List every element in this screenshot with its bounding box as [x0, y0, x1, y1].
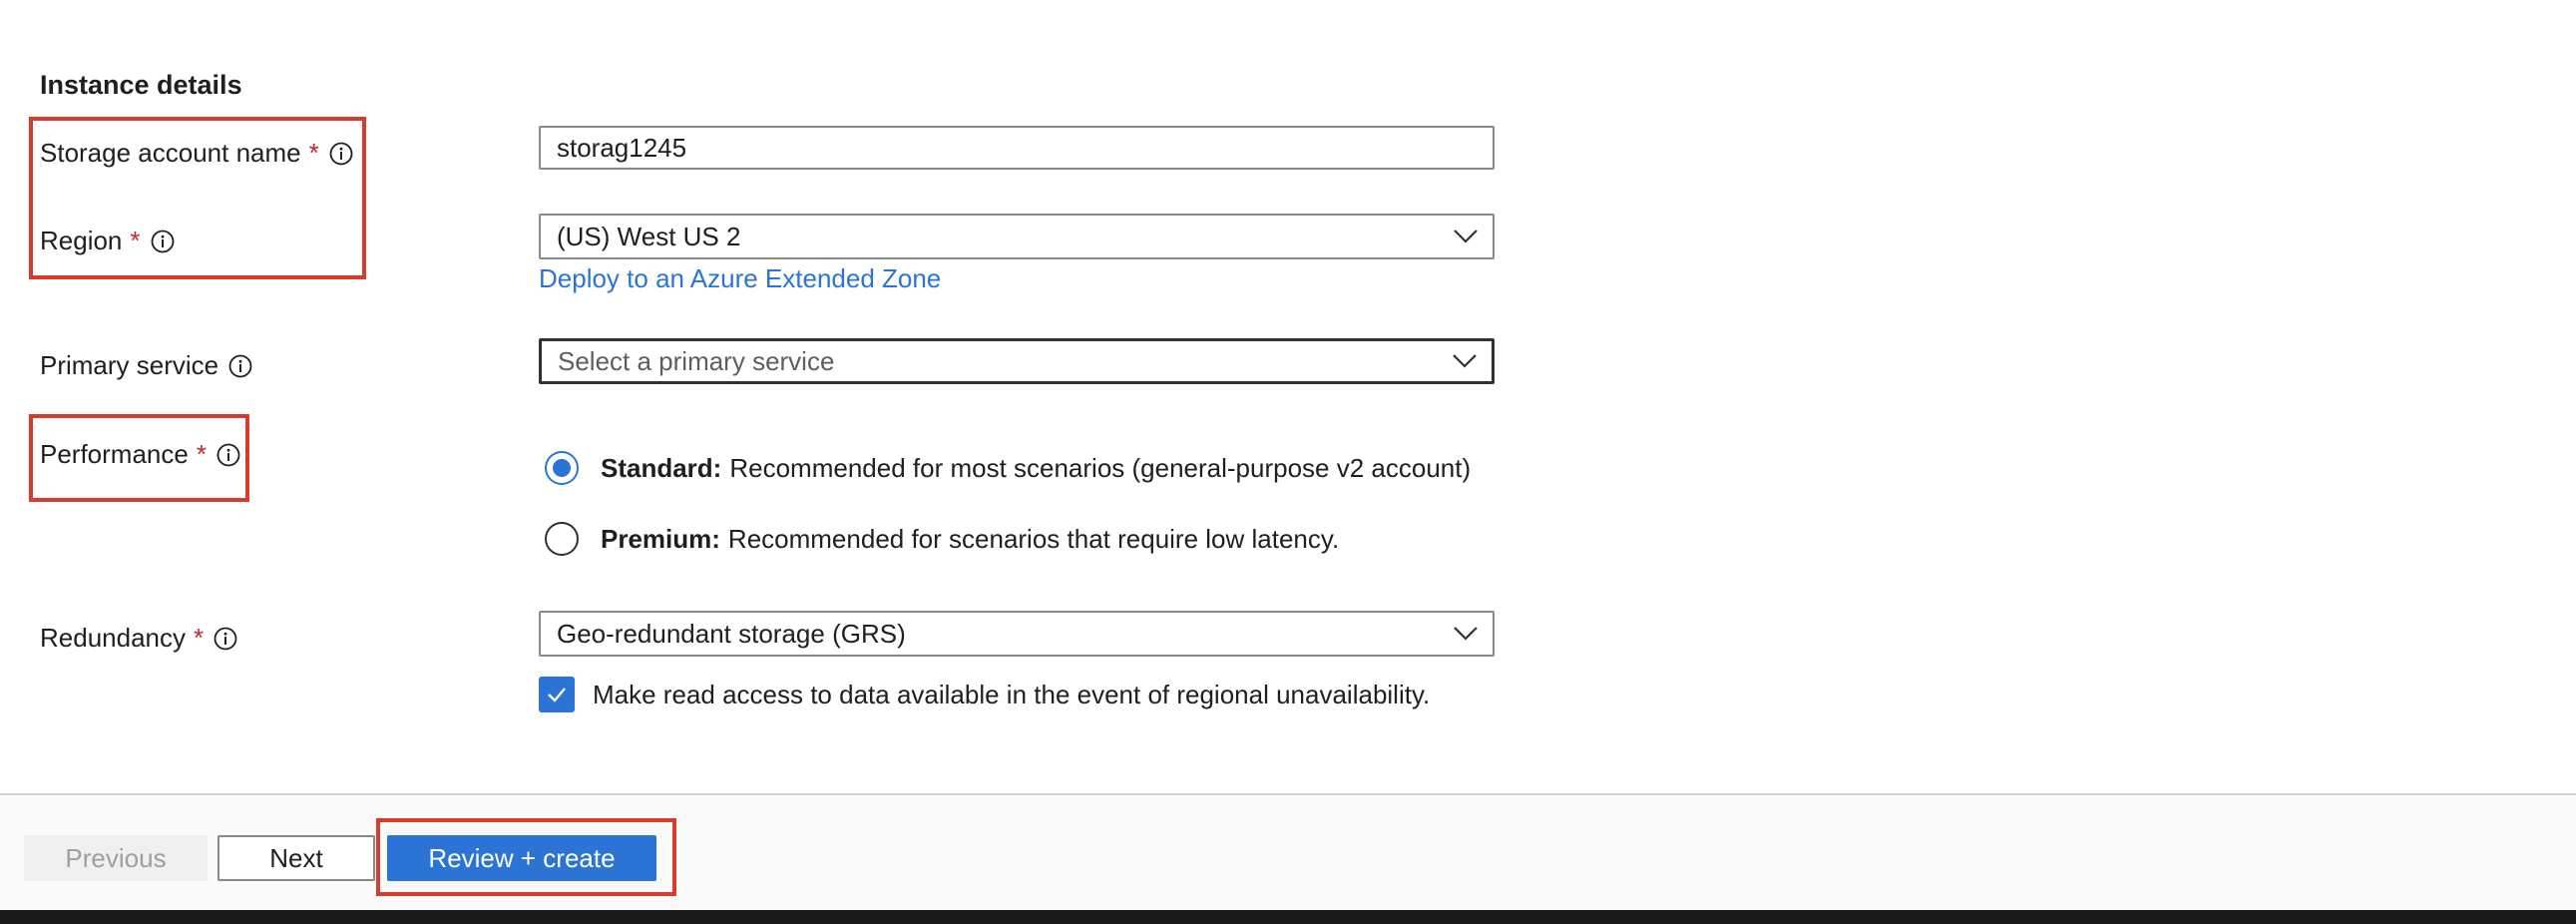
storage-account-name-input[interactable]: storag1245 [539, 126, 1495, 170]
redundancy-label: Redundancy * [40, 623, 237, 654]
performance-premium-option[interactable]: Premium: Recommended for scenarios that … [545, 522, 1339, 556]
required-marker: * [130, 226, 141, 255]
info-icon[interactable] [216, 443, 240, 467]
region-dropdown[interactable]: (US) West US 2 [539, 214, 1495, 259]
region-label-text: Region [40, 226, 123, 255]
storage-account-form: Instance details Storage account name * … [0, 0, 2576, 924]
info-icon[interactable] [228, 354, 252, 378]
primary-service-label: Primary service [40, 350, 252, 381]
primary-service-dropdown[interactable]: Select a primary service [539, 338, 1495, 384]
info-icon[interactable] [214, 627, 237, 651]
required-marker: * [196, 439, 207, 469]
read-access-checkbox-label: Make read access to data available in th… [593, 679, 1431, 709]
premium-option-title: Premium: [601, 523, 720, 554]
performance-standard-option[interactable]: Standard: Recommended for most scenarios… [545, 451, 1471, 485]
premium-option-description: Recommended for scenarios that require l… [727, 523, 1340, 554]
chevron-down-icon [1454, 230, 1478, 243]
primary-service-placeholder: Select a primary service [558, 345, 835, 376]
read-access-checkbox-row[interactable]: Make read access to data available in th… [539, 677, 1430, 712]
chevron-down-icon [1453, 354, 1477, 368]
info-icon[interactable] [151, 230, 175, 253]
redundancy-label-text: Redundancy [40, 623, 186, 653]
standard-option-description: Recommended for most scenarios (general-… [729, 452, 1472, 483]
standard-option-title: Standard: [601, 452, 722, 483]
checkmark-icon [548, 688, 566, 702]
storage-account-name-label-text: Storage account name [40, 138, 301, 168]
window-bottom-edge [0, 910, 2576, 924]
deploy-extended-zone-link[interactable]: Deploy to an Azure Extended Zone [539, 263, 941, 294]
chevron-down-icon [1454, 627, 1478, 641]
storage-account-name-label: Storage account name * [40, 138, 353, 169]
read-access-checkbox[interactable] [539, 677, 575, 712]
required-marker: * [308, 138, 319, 168]
review-create-button[interactable]: Review + create [387, 835, 656, 881]
required-marker: * [194, 623, 205, 653]
primary-service-label-text: Primary service [40, 350, 219, 380]
region-label: Region * [40, 226, 175, 256]
performance-label-text: Performance [40, 439, 189, 469]
redundancy-value: Geo-redundant storage (GRS) [557, 618, 906, 649]
radio-standard[interactable] [545, 451, 579, 485]
region-value: (US) West US 2 [557, 221, 741, 251]
next-button[interactable]: Next [217, 835, 375, 881]
previous-button[interactable]: Previous [24, 835, 208, 881]
section-title: Instance details [40, 70, 242, 100]
performance-label: Performance * [40, 439, 240, 470]
redundancy-dropdown[interactable]: Geo-redundant storage (GRS) [539, 611, 1495, 657]
info-icon[interactable] [329, 142, 353, 166]
radio-premium[interactable] [545, 522, 579, 556]
storage-account-name-value: storag1245 [557, 132, 687, 163]
